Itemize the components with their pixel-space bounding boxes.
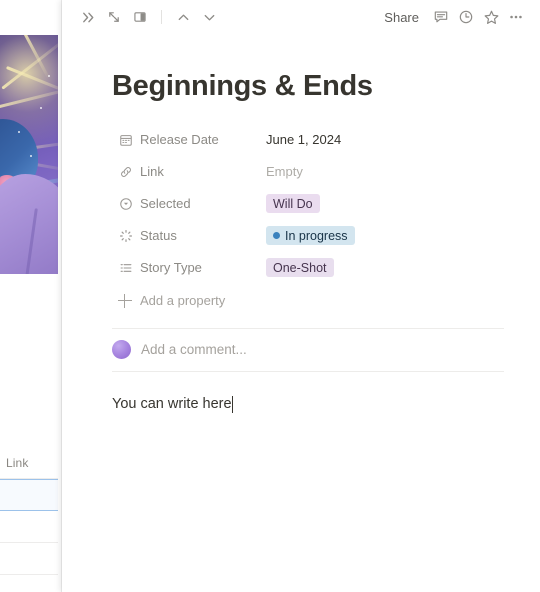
property-value-text: June 1, 2024 [266, 132, 342, 148]
property-row-link[interactable]: Link Empty [112, 156, 504, 188]
comment-icon[interactable] [429, 5, 453, 29]
link-icon [118, 164, 133, 179]
property-value-release-date[interactable]: June 1, 2024 [260, 127, 504, 153]
page-body-text[interactable]: You can write here [112, 394, 234, 416]
status-dot-icon [273, 232, 280, 240]
side-peek-icon[interactable] [128, 5, 152, 29]
background-workspace: Link [0, 0, 62, 592]
multi-select-tag-label: One-Shot [273, 260, 327, 275]
status-tag-label: In progress [285, 228, 348, 243]
table-row[interactable] [0, 543, 58, 575]
property-name-selected[interactable]: Selected [112, 191, 260, 217]
open-full-page-icon[interactable] [102, 5, 126, 29]
property-name-release-date[interactable]: Release Date [112, 127, 260, 153]
add-property-button[interactable]: Add a property [112, 286, 231, 316]
background-database-table: Link [0, 447, 58, 575]
property-name-link[interactable]: Link [112, 159, 260, 185]
body-text: You can write here [112, 395, 232, 412]
table-row[interactable] [0, 511, 58, 543]
property-value-story-type[interactable]: One-Shot [260, 255, 504, 281]
select-tag-pill[interactable]: Will Do [266, 194, 320, 214]
property-label: Story Type [140, 260, 202, 276]
property-name-story-type[interactable]: Story Type [112, 255, 260, 281]
property-label: Release Date [140, 132, 219, 148]
divider-below-comment [112, 370, 504, 372]
property-label: Selected [140, 196, 191, 212]
cover-artwork-image [0, 35, 58, 274]
property-label: Status [140, 228, 177, 244]
add-property-label: Add a property [140, 293, 226, 309]
favorite-star-icon[interactable] [479, 5, 503, 29]
chevron-down-icon[interactable] [197, 5, 221, 29]
property-row-story-type[interactable]: Story Type One-Shot [112, 252, 504, 284]
table-row[interactable] [0, 479, 58, 511]
property-value-link[interactable]: Empty [260, 159, 504, 185]
chevron-up-icon[interactable] [171, 5, 195, 29]
property-label: Link [140, 164, 164, 180]
artwork-sparkle [30, 155, 32, 157]
page-toolbar: Share [62, 0, 540, 34]
more-options-icon[interactable] [504, 5, 528, 29]
property-row-selected[interactable]: Selected Will Do [112, 188, 504, 220]
status-tag-pill[interactable]: In progress [266, 226, 355, 246]
property-row-release-date[interactable]: Release Date June 1, 2024 [112, 124, 504, 156]
artwork-sparkle [18, 131, 20, 133]
share-button[interactable]: Share [377, 6, 426, 29]
plus-icon [118, 293, 132, 308]
property-value-selected[interactable]: Will Do [260, 191, 504, 217]
property-list: Release Date June 1, 2024 Link Empty Sel… [112, 124, 504, 284]
property-value-status[interactable]: In progress [260, 223, 504, 249]
toolbar-right-group: Share [377, 5, 528, 29]
history-icon[interactable] [454, 5, 478, 29]
table-column-header[interactable]: Link [0, 447, 58, 479]
comment-placeholder: Add a comment... [141, 342, 247, 358]
multi-select-tag-pill[interactable]: One-Shot [266, 258, 334, 278]
avatar [112, 340, 131, 360]
status-spinner-icon [118, 228, 133, 243]
page-peek-panel: Share Beginnings & Ends Release Date Jun… [62, 0, 540, 592]
property-value-text: Empty [266, 164, 303, 180]
multi-select-list-icon [118, 260, 133, 275]
toolbar-left-group [76, 5, 221, 29]
expand-sidebar-icon[interactable] [76, 5, 100, 29]
select-circle-icon [118, 196, 133, 211]
select-tag-label: Will Do [273, 196, 313, 211]
property-name-status[interactable]: Status [112, 223, 260, 249]
table-column-header-label: Link [6, 455, 29, 470]
property-row-status[interactable]: Status In progress [112, 220, 504, 252]
artwork-sparkle [40, 107, 42, 109]
page-content: Beginnings & Ends Release Date June 1, 2… [62, 70, 540, 416]
add-comment-row[interactable]: Add a comment... [112, 329, 504, 371]
calendar-icon [118, 132, 133, 147]
artwork-sparkle [48, 75, 50, 77]
page-title[interactable]: Beginnings & Ends [112, 70, 504, 103]
toolbar-divider [161, 10, 162, 24]
text-cursor [231, 396, 234, 414]
